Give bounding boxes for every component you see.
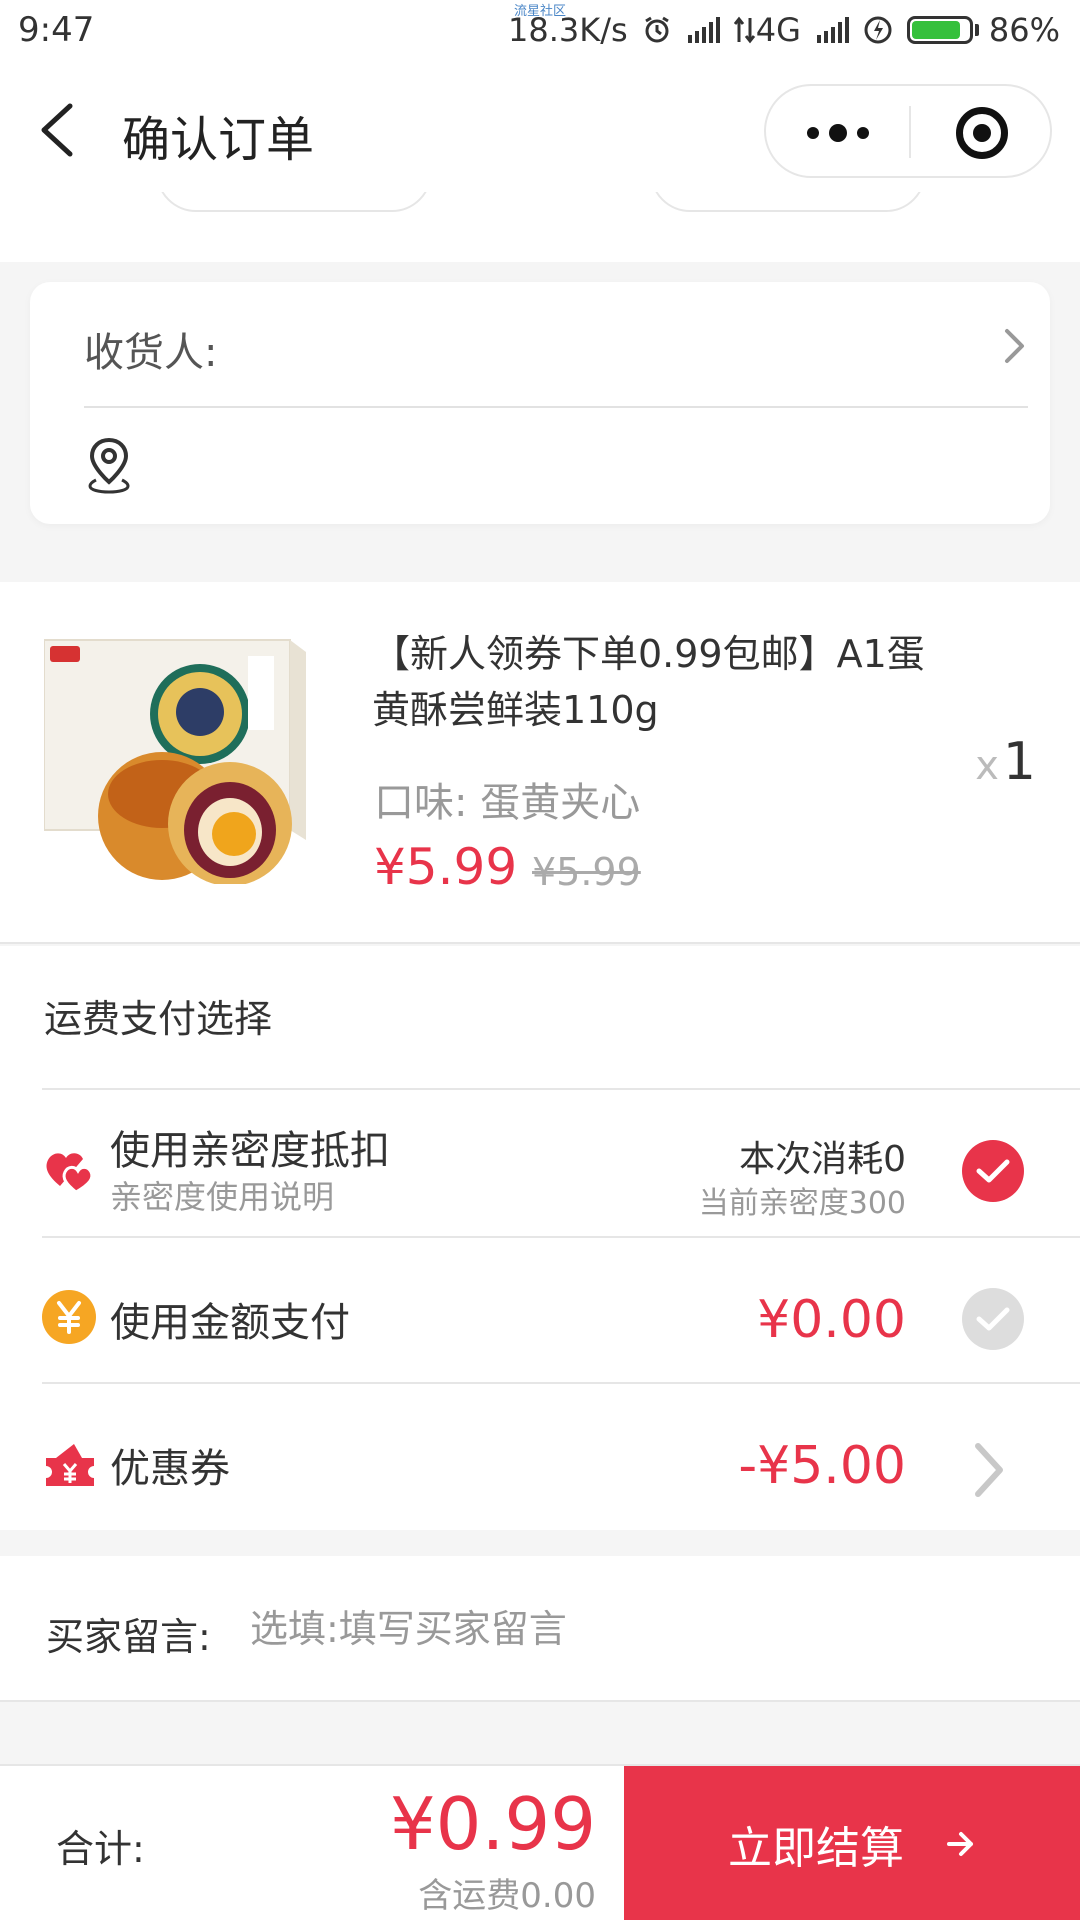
back-button[interactable]	[36, 102, 80, 158]
charging-icon	[863, 15, 893, 45]
coupon-icon	[46, 1444, 94, 1486]
divider	[42, 1382, 1080, 1384]
divider	[42, 1088, 1080, 1090]
product-quantity: x1	[975, 732, 1036, 792]
qty-value: 1	[1002, 732, 1036, 792]
battery-icon	[906, 16, 979, 44]
balance-checkbox[interactable]	[962, 1288, 1024, 1350]
close-miniprogram-button[interactable]	[911, 86, 1052, 180]
total-label: 合计:	[56, 1827, 145, 1871]
checkout-bar: 合计: ¥0.99 含运费0.00 立即结算	[0, 1764, 1080, 1920]
product-item: 【新人领券下单0.99包邮】A1蛋黄酥尝鲜装110g 口味: 蛋黄夹心 ¥5.9…	[0, 582, 1080, 944]
network-speed: 18.3K/s	[508, 11, 628, 49]
balance-label: 使用金额支付	[110, 1300, 350, 1346]
payment-options: 运费支付选择 使用亲密度抵扣 亲密度使用说明 本次消耗0 当前亲密度300 使用…	[0, 946, 1080, 1530]
arrow-right-icon	[946, 1829, 976, 1859]
balance-amount: ¥0.00	[757, 1290, 906, 1350]
status-time: 9:47	[18, 10, 95, 50]
coupon-amount[interactable]: -¥5.00	[738, 1436, 906, 1496]
product-image[interactable]	[44, 634, 324, 884]
order-confirm-screen: 9:47 流星社区 18.3K/s 4G 86% 确认订单 收货人: 【新人领券…	[0, 0, 1080, 1920]
delivery-type-strip	[0, 192, 1080, 262]
status-bar: 9:47 流星社区 18.3K/s 4G 86%	[0, 0, 1080, 62]
nav-bar: 确认订单	[0, 62, 1080, 192]
chevron-right-icon	[1005, 329, 1024, 363]
divider	[42, 1236, 1080, 1238]
product-price: ¥5.99	[374, 838, 518, 896]
page-title: 确认订单	[122, 112, 315, 168]
shipping-note: 含运费0.00	[418, 1876, 596, 1916]
heart-icon	[46, 1153, 94, 1194]
miniprogram-capsule	[764, 84, 1052, 178]
buyer-message-input[interactable]	[250, 1602, 1030, 1656]
delivery-option-pill[interactable]	[156, 192, 432, 212]
address-card: 收货人:	[30, 282, 1050, 524]
receiver-label: 收货人:	[84, 330, 218, 376]
battery-percent: 86%	[988, 11, 1060, 49]
intimacy-current: 当前亲密度300	[698, 1186, 906, 1221]
coupon-label: 优惠券	[110, 1446, 230, 1492]
target-icon	[955, 107, 1008, 159]
buyer-message-label: 买家留言:	[46, 1615, 211, 1659]
status-indicators: 18.3K/s 4G 86%	[508, 10, 1060, 50]
buyer-message-row: 买家留言:	[0, 1556, 1080, 1702]
signal-icon	[686, 17, 720, 43]
chevron-left-icon	[41, 103, 73, 157]
checkout-button[interactable]: 立即结算	[624, 1766, 1080, 1920]
divider	[84, 406, 1028, 408]
product-original-price: ¥5.99	[532, 850, 641, 894]
product-title[interactable]: 【新人领券下单0.99包邮】A1蛋黄酥尝鲜装110g	[372, 626, 932, 738]
intimacy-label: 使用亲密度抵扣	[110, 1128, 390, 1174]
intimacy-help-link[interactable]: 亲密度使用说明	[110, 1172, 334, 1218]
intimacy-checkbox[interactable]	[962, 1140, 1024, 1202]
receiver-row[interactable]: 收货人:	[84, 282, 1028, 406]
checkout-label: 立即结算	[728, 1823, 904, 1874]
data-arrows-icon	[733, 16, 756, 44]
qty-prefix: x	[975, 743, 999, 789]
signal-icon-2	[815, 17, 849, 43]
more-button[interactable]	[766, 86, 909, 180]
alarm-icon	[642, 15, 672, 45]
intimacy-consume: 本次消耗0	[739, 1139, 906, 1180]
product-spec: 口味: 蛋黄夹心	[374, 780, 641, 826]
check-icon	[976, 1159, 1010, 1183]
network-type: 4G	[755, 11, 801, 49]
yuan-coin-icon	[42, 1290, 96, 1344]
check-icon	[976, 1307, 1010, 1331]
more-dots-icon	[806, 127, 819, 139]
coupon-chevron-right-icon[interactable]	[968, 1440, 1008, 1500]
payment-heading: 运费支付选择	[44, 997, 273, 1041]
total-amount: ¥0.99	[389, 1782, 596, 1866]
location-pin-icon[interactable]	[86, 436, 132, 494]
delivery-option-pill[interactable]	[650, 192, 926, 212]
